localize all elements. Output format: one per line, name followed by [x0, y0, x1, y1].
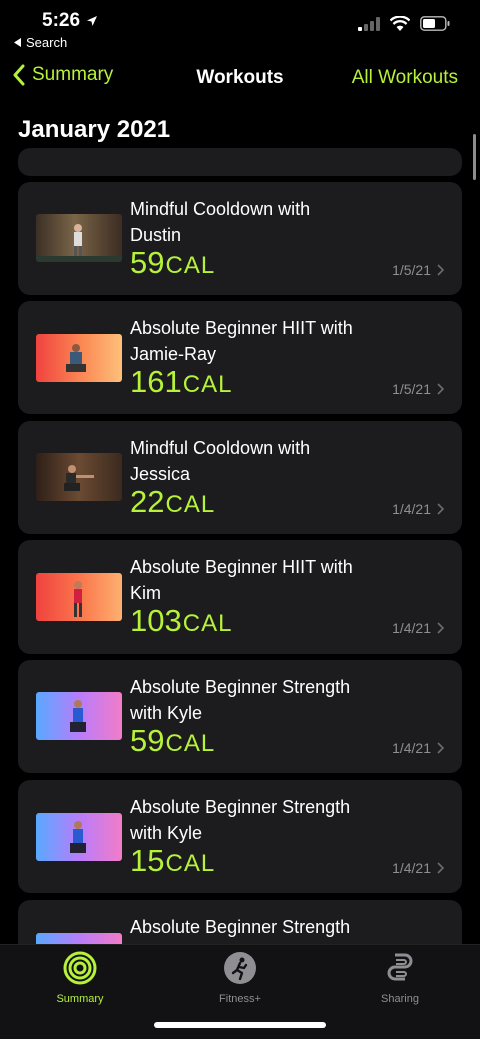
workout-thumbnail [36, 453, 122, 501]
workout-card[interactable]: Absolute Beginner HIIT with Kim 103 CAL 1… [18, 540, 462, 654]
workout-title: Absolute Beginner Strength with Kyle [130, 677, 351, 723]
calories-unit: CAL [165, 850, 216, 877]
chevron-right-icon [437, 742, 444, 754]
tab-label: Summary [56, 993, 104, 1005]
workout-title: Absolute Beginner HIIT with Kim [130, 557, 353, 603]
workout-date: 1/4/21 [392, 620, 444, 636]
home-indicator[interactable] [154, 1022, 326, 1028]
workout-card[interactable]: Absolute Beginner HIIT with Jamie-Ray 16… [18, 301, 462, 414]
date-label: 1/4/21 [392, 860, 431, 876]
back-to-app-button[interactable]: Search [14, 35, 67, 50]
calories-unit: CAL [182, 371, 233, 398]
tab-summary[interactable]: Summary [0, 951, 160, 1005]
navigation-bar: Summary Workouts All Workouts [0, 56, 480, 104]
scroll-indicator [473, 134, 476, 180]
trainer-figure-icon [74, 581, 82, 617]
chevron-right-icon [437, 383, 444, 395]
calories-unit: CAL [182, 610, 233, 637]
workout-title: Absolute Beginner Strength [130, 917, 351, 937]
trainer-figure-icon [64, 465, 94, 491]
workout-title: Absolute Beginner HIIT with Jamie-Ray [130, 318, 353, 364]
workout-date: 1/5/21 [392, 381, 444, 397]
workout-title: Mindful Cooldown with Dustin [130, 199, 311, 245]
workout-thumbnail [36, 813, 122, 861]
calories-value: 59 [130, 245, 165, 280]
tab-sharing[interactable]: Sharing [320, 951, 480, 1005]
workout-date: 1/4/21 [392, 860, 444, 876]
activity-rings-icon [63, 951, 97, 985]
runner-icon [224, 952, 256, 984]
workout-title: Mindful Cooldown with Jessica [130, 438, 311, 484]
workout-calories: 59 CAL [130, 246, 215, 283]
workout-thumbnail [36, 692, 122, 740]
trainer-figure-icon [70, 700, 86, 732]
workout-calories: 22 CAL [130, 485, 215, 522]
workout-calories: 103 CAL [130, 604, 232, 641]
workouts-list[interactable]: January 2021 Mindful Cooldown with Dusti… [0, 104, 480, 944]
back-to-app-label: Search [26, 35, 68, 50]
sharing-icon [387, 953, 413, 981]
section-title: January 2021 [18, 116, 171, 143]
calories-value: 161 [130, 364, 182, 399]
cellular-signal-icon [358, 16, 380, 31]
chevron-right-icon [437, 622, 444, 634]
chevron-right-icon [437, 503, 444, 515]
workout-calories: 161 CAL [130, 365, 232, 402]
calories-value: 15 [130, 843, 165, 878]
calories-value: 103 [130, 603, 182, 638]
workout-thumbnail [36, 214, 122, 262]
workout-card[interactable]: Mindful Cooldown with Jessica 22 CAL 1/4/… [18, 421, 462, 534]
workout-date: 1/5/21 [392, 262, 444, 278]
trainer-figure-icon [36, 224, 122, 262]
battery-icon [420, 16, 450, 31]
trainer-figure-icon [70, 821, 86, 853]
date-label: 1/5/21 [392, 381, 431, 397]
date-label: 1/5/21 [392, 262, 431, 278]
workout-date: 1/4/21 [392, 501, 444, 517]
workout-thumbnail [36, 573, 122, 621]
calories-value: 59 [130, 723, 165, 758]
workout-card-partial[interactable] [18, 148, 462, 176]
workout-thumbnail [36, 334, 122, 382]
workout-title: Absolute Beginner Strength with Kyle [130, 797, 351, 843]
all-workouts-button[interactable]: All Workouts [352, 67, 458, 89]
status-bar: 5:26 Search [0, 0, 480, 56]
date-label: 1/4/21 [392, 740, 431, 756]
calories-unit: CAL [165, 730, 216, 757]
status-icons [358, 16, 450, 31]
calories-unit: CAL [165, 252, 216, 279]
tab-label: Sharing [381, 993, 419, 1005]
back-triangle-icon [14, 38, 21, 47]
chevron-right-icon [437, 862, 444, 874]
wifi-icon [390, 16, 410, 31]
workout-calories: 59 CAL [130, 724, 215, 761]
workout-thumbnail [36, 933, 122, 944]
date-label: 1/4/21 [392, 620, 431, 636]
workout-card[interactable]: Absolute Beginner Strength with Kyle 59 C… [18, 660, 462, 773]
calories-unit: CAL [165, 491, 216, 518]
trainer-figure-icon [66, 344, 86, 372]
location-arrow-icon [87, 16, 98, 26]
workout-card[interactable]: Mindful Cooldown with Dustin 59 CAL 1/5/2… [18, 182, 462, 295]
time-label: 5:26 [42, 10, 81, 31]
chevron-right-icon [437, 264, 444, 276]
tab-label: Fitness+ [219, 993, 261, 1005]
tab-fitness-plus[interactable]: Fitness+ [160, 951, 320, 1005]
date-label: 1/4/21 [392, 501, 431, 517]
workout-calories: 15 CAL [130, 844, 215, 881]
workout-date: 1/4/21 [392, 740, 444, 756]
calories-value: 22 [130, 484, 165, 519]
workout-card[interactable]: Absolute Beginner Strength with Kyle 15 C… [18, 780, 462, 893]
status-time: 5:26 [42, 10, 98, 32]
workout-card[interactable]: Absolute Beginner Strength [18, 900, 462, 944]
